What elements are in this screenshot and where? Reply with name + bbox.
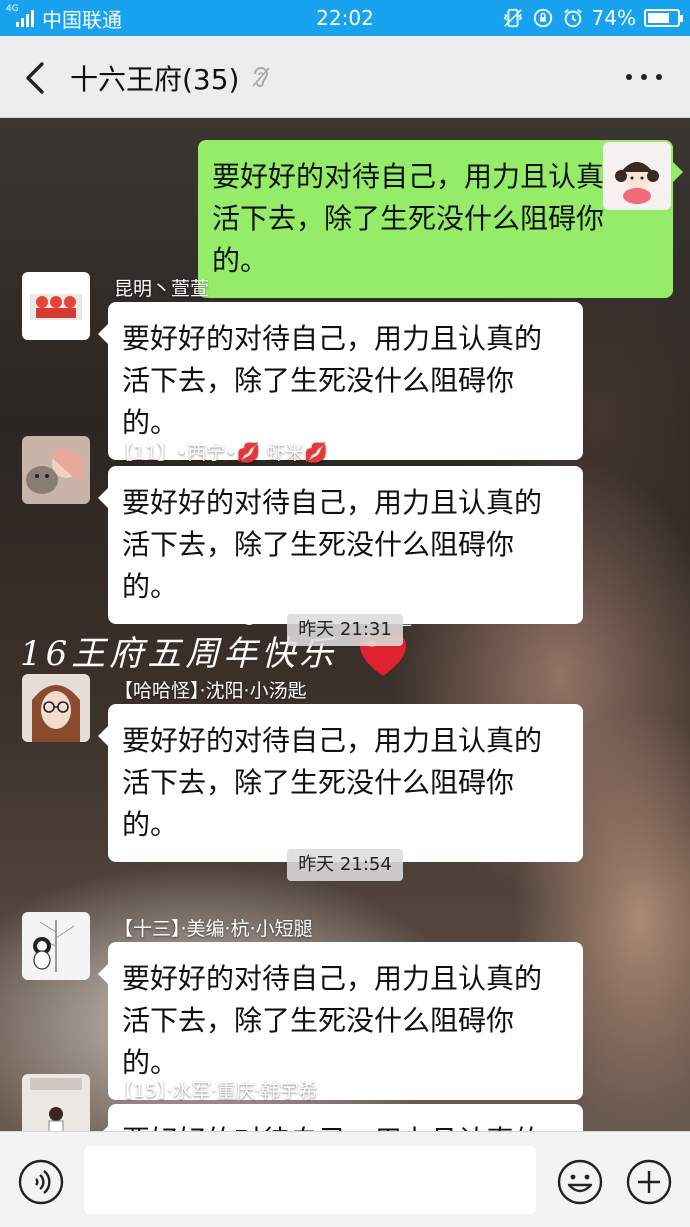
self-avatar-image [603,142,671,210]
sender-name: 昆明丶萱萱 [114,278,210,300]
battery-icon [644,9,683,27]
alarm-icon [563,9,582,28]
chat-header: 十六王府(35) [0,36,690,118]
more-dots-icon[interactable] [626,70,662,84]
sender-name: 【十三】·美编·杭·小短腿 [114,918,313,940]
message-input[interactable] [84,1146,536,1214]
battery-percent: 74% [591,6,636,30]
avatar[interactable] [22,436,90,504]
sender-avatar-image [22,272,90,340]
battery-fill [648,13,669,23]
plus-icon[interactable] [626,1159,672,1205]
sender-avatar-image [22,1074,90,1131]
sender-avatar-image [22,436,90,504]
message-timestamp: 昨天 21:31 [287,614,403,646]
list-item: 【11】•西宁•💋 虾米💋 要好好的对待自己，用力且认真的活下去，除了生死没什么… [22,436,622,624]
back-arrow-icon[interactable] [18,58,54,98]
avatar[interactable] [22,1074,90,1131]
list-item: 【哈哈怪】·沈阳·小汤匙 要好好的对待自己，用力且认真的活下去，除了生死没什么阻… [22,674,622,862]
emoji-icon[interactable] [557,1159,603,1205]
status-bar: 4G 中国联通 22:02 74% [0,0,690,36]
sender-avatar-image [22,674,90,742]
list-item: 【15】·水军·重庆·韩宇希 要好好的对待自己，用力且认真的活下去，除了生死没什… [22,1074,622,1131]
input-bar [0,1131,690,1227]
sent-message: 要好好的对待自己，用力且认真的活下去，除了生死没什么阻碍你的。 [110,140,683,298]
sender-name: 【11】•西宁•💋 虾米💋 [114,442,328,464]
chat-area[interactable]: @刘循子墨后援官博_16王府 16王府五周年快乐 要好好的对待自己，用力且认真的… [0,118,690,1131]
voice-icon[interactable] [18,1159,64,1205]
message-bubble[interactable]: 要好好的对待自己，用力且认真的活下去，除了生死没什么阻碍你的。 [98,466,583,624]
message-bubble[interactable]: 要好好的对待自己，用力且认真的活下去，除了生死没什么阻碍你的。 [98,1104,583,1131]
avatar[interactable] [22,272,90,340]
mute-ear-icon [252,67,270,87]
group-title: 十六王府(35) [70,63,240,96]
list-item: 【十三】·美编·杭·小短腿 要好好的对待自己，用力且认真的活下去，除了生死没什么… [22,912,622,1100]
message-timestamp: 昨天 21:54 [287,849,403,881]
sender-avatar-image [22,912,90,980]
message-bubble[interactable]: 要好好的对待自己，用力且认真的活下去，除了生死没什么阻碍你的。 [98,704,583,862]
sender-name: 【哈哈怪】·沈阳·小汤匙 [114,680,307,702]
vibrate-icon [503,8,522,28]
avatar[interactable] [22,674,90,742]
avatar[interactable] [22,912,90,980]
status-right: 74% [502,0,683,36]
sender-name: 【15】·水军·重庆·韩宇希 [114,1080,318,1102]
avatar[interactable] [603,142,671,210]
list-item: 昆明丶萱萱 要好好的对待自己，用力且认真的活下去，除了生死没什么阻碍你的。 [22,272,622,460]
rotation-lock-icon [533,8,552,28]
